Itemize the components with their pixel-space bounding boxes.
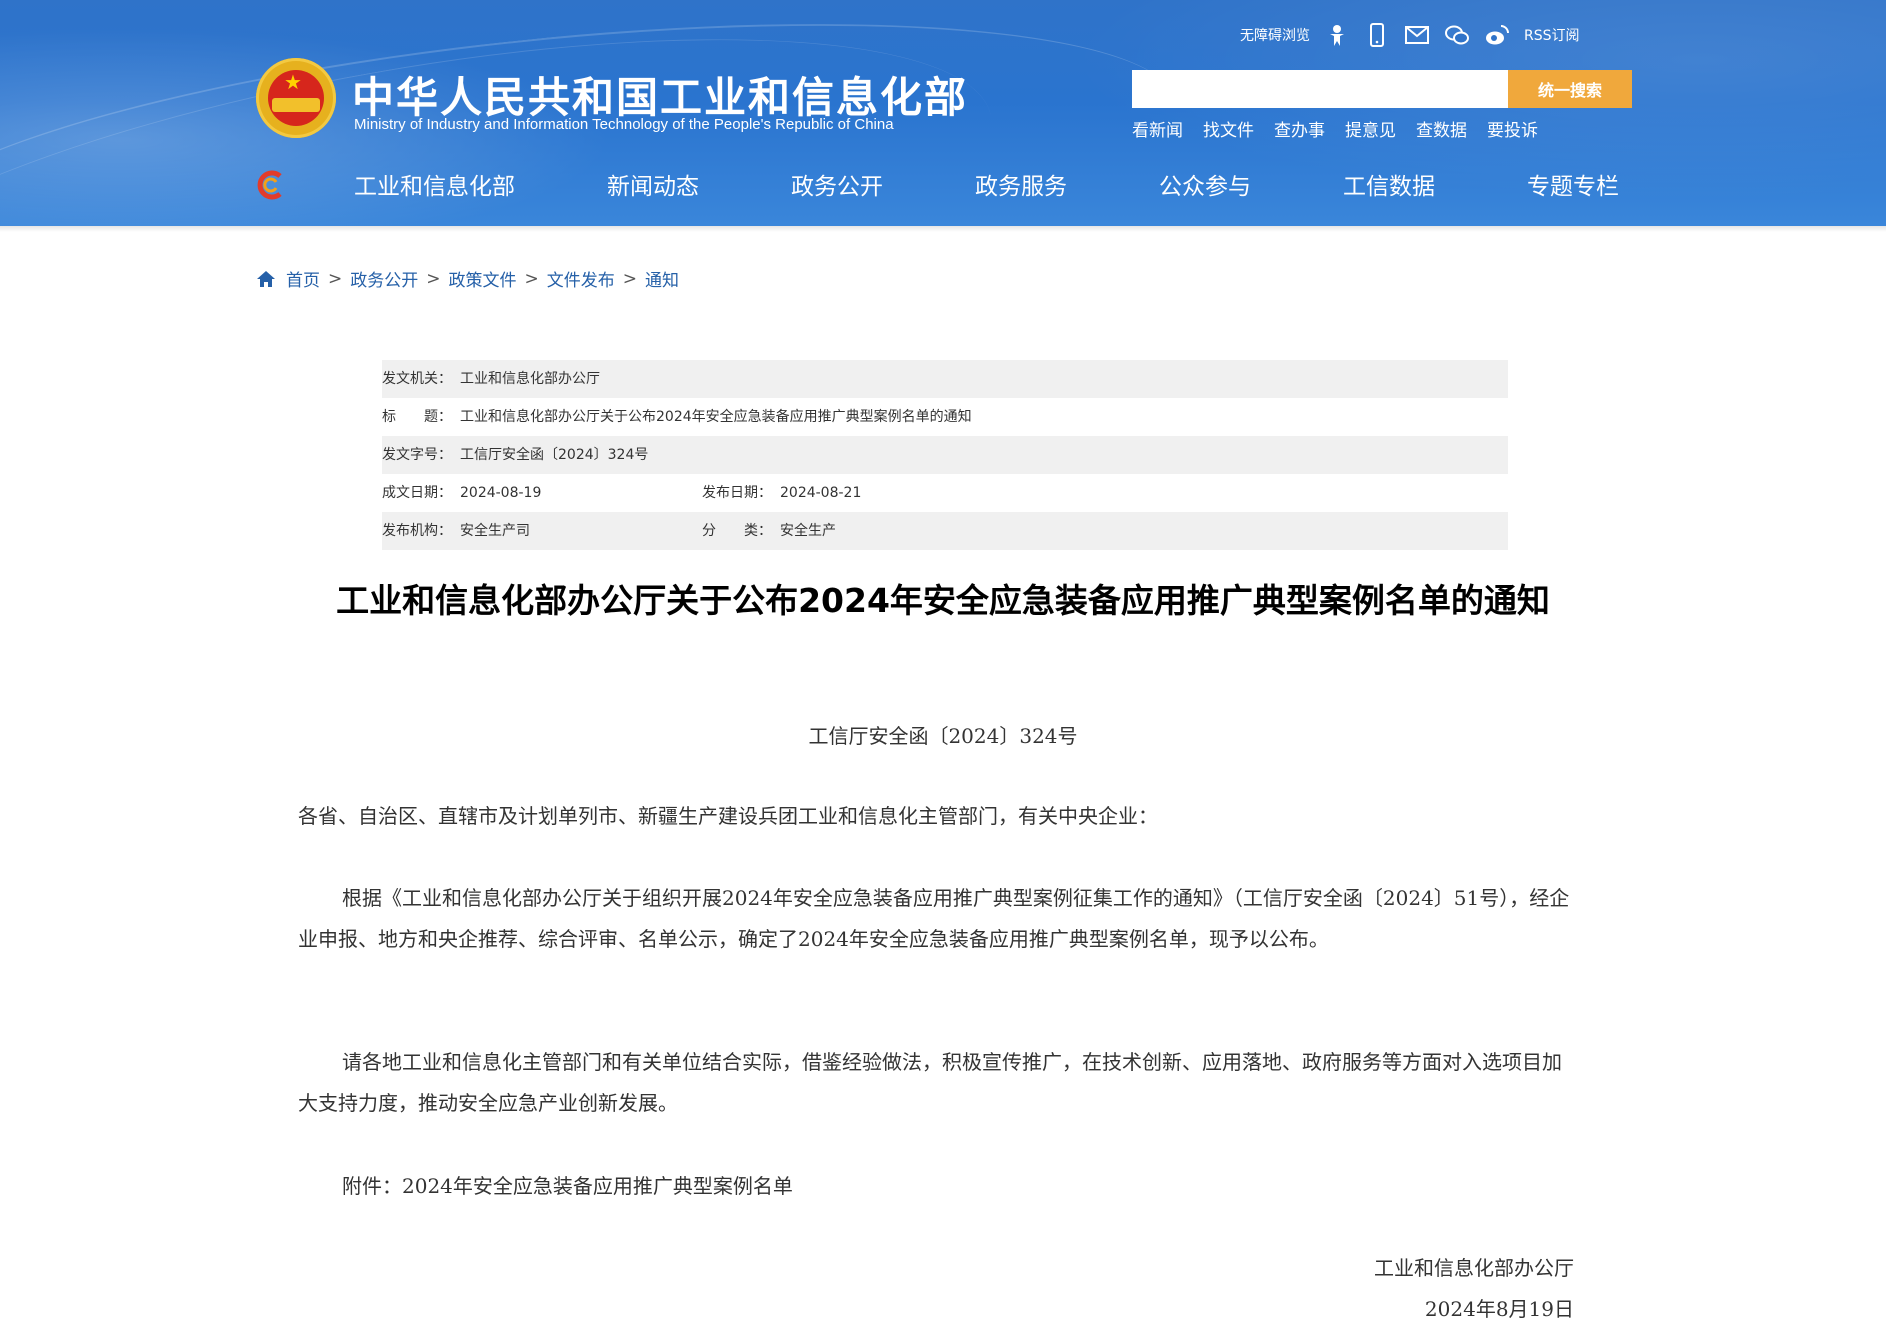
article-sign-date: 2024年8月19日 <box>1424 1297 1574 1321</box>
meta-issuer: 工业和信息化部办公厅 <box>460 371 600 387</box>
home-icon[interactable] <box>256 270 276 288</box>
breadcrumb-policy-files[interactable]: 政策文件 <box>449 266 517 291</box>
article-paragraph-1: 根据《工业和信息化部办公厅关于组织开展2024年安全应急装备应用推广典型案例征集… <box>298 886 1570 951</box>
nav-item-news[interactable]: 新闻动态 <box>607 164 699 210</box>
meta-label: 发文机关： <box>382 371 452 387</box>
nav-item-ministry[interactable]: 工业和信息化部 <box>354 164 515 210</box>
meta-docno: 工信厅安全函〔2024〕324号 <box>460 447 649 463</box>
weibo-icon[interactable] <box>1484 22 1510 48</box>
breadcrumb-separator: > <box>426 268 441 289</box>
article-doc-number: 工信厅安全函〔2024〕324号 <box>808 724 1078 748</box>
meta-label: 分 类： <box>702 523 772 539</box>
meta-row-issuer: 发文机关： 工业和信息化部办公厅 <box>382 360 1508 398</box>
quick-links: 看新闻 找文件 查办事 提意见 查数据 要投诉 <box>1132 116 1538 141</box>
meta-label: 成文日期： <box>382 485 452 501</box>
meta-row-dates: 成文日期： 2024-08-19 发布日期： 2024-08-21 <box>382 474 1508 512</box>
meta-row-docno: 发文字号： 工信厅安全函〔2024〕324号 <box>382 436 1508 474</box>
nav-item-services[interactable]: 政务服务 <box>975 164 1067 210</box>
meta-label: 发布日期： <box>702 485 772 501</box>
breadcrumb: 首页 > 政务公开 > 政策文件 > 文件发布 > 通知 <box>256 266 679 291</box>
quick-link-news[interactable]: 看新闻 <box>1132 116 1183 141</box>
meta-row-title: 标 题： 工业和信息化部办公厅关于公布2024年安全应急装备应用推广典型案例名单… <box>382 398 1508 436</box>
breadcrumb-file-release[interactable]: 文件发布 <box>547 266 615 291</box>
search-input[interactable] <box>1132 70 1508 108</box>
breadcrumb-separator: > <box>622 268 637 289</box>
emblem-icon[interactable]: ★ <box>256 58 336 138</box>
breadcrumb-separator: > <box>524 268 539 289</box>
article-salutation: 各省、自治区、直辖市及计划单列市、新疆生产建设兵团工业和信息化主管部门，有关中央… <box>298 804 1158 828</box>
mobile-icon[interactable] <box>1364 22 1390 48</box>
search-button[interactable]: 统一搜索 <box>1508 70 1632 108</box>
mail-icon[interactable] <box>1404 22 1430 48</box>
nav-item-data[interactable]: 工信数据 <box>1343 164 1435 210</box>
breadcrumb-home[interactable]: 首页 <box>286 266 320 291</box>
meta-title: 工业和信息化部办公厅关于公布2024年安全应急装备应用推广典型案例名单的通知 <box>460 409 972 425</box>
nav-item-participation[interactable]: 公众参与 <box>1159 164 1251 210</box>
quick-link-complaint[interactable]: 要投诉 <box>1487 116 1538 141</box>
header-shadow <box>0 226 1886 232</box>
meta-label: 标 题： <box>382 409 452 425</box>
wechat-icon[interactable] <box>1444 22 1470 48</box>
meta-date-created: 2024-08-19 <box>460 485 542 501</box>
site-c-logo-icon[interactable] <box>254 168 288 202</box>
site-header: ★ 中华人民共和国工业和信息化部 Ministry of Industry an… <box>0 0 1886 226</box>
meta-row-agency: 发布机构： 安全生产司 分 类： 安全生产 <box>382 512 1508 550</box>
nav-item-topics[interactable]: 专题专栏 <box>1527 164 1619 210</box>
article-attachment-link[interactable]: 附件：2024年安全应急装备应用推广典型案例名单 <box>298 1166 1574 1207</box>
breadcrumb-open-gov[interactable]: 政务公开 <box>350 266 418 291</box>
breadcrumb-separator: > <box>328 268 343 289</box>
meta-label: 发布机构： <box>382 523 452 539</box>
document-meta-table: 发文机关： 工业和信息化部办公厅 标 题： 工业和信息化部办公厅关于公布2024… <box>382 360 1508 550</box>
article-title: 工业和信息化部办公厅关于公布2024年安全应急装备应用推广典型案例名单的通知 <box>336 581 1550 620</box>
top-utility-links: 无障碍浏览 RSS订阅 <box>1240 20 1580 50</box>
meta-category: 安全生产 <box>780 523 836 539</box>
breadcrumb-notice[interactable]: 通知 <box>645 266 679 291</box>
nav-item-open-gov[interactable]: 政务公开 <box>791 164 883 210</box>
meta-date-published: 2024-08-21 <box>780 485 862 501</box>
quick-link-data[interactable]: 查数据 <box>1416 116 1467 141</box>
accessibility-icon[interactable] <box>1324 22 1350 48</box>
article-signer: 工业和信息化部办公厅 <box>1374 1256 1574 1280</box>
meta-label: 发文字号： <box>382 447 452 463</box>
meta-agency: 安全生产司 <box>460 523 530 539</box>
rss-link[interactable]: RSS订阅 <box>1524 25 1580 45</box>
accessibility-link[interactable]: 无障碍浏览 <box>1240 25 1310 45</box>
quick-link-services[interactable]: 查办事 <box>1274 116 1325 141</box>
article-paragraph-2: 请各地工业和信息化主管部门和有关单位结合实际，借鉴经验做法，积极宣传推广，在技术… <box>298 1050 1562 1115</box>
main-nav: 工业和信息化部 新闻动态 政务公开 政务服务 公众参与 工信数据 专题专栏 <box>0 164 1886 210</box>
quick-link-files[interactable]: 找文件 <box>1203 116 1254 141</box>
site-title-en: Ministry of Industry and Information Tec… <box>354 116 894 133</box>
quick-link-feedback[interactable]: 提意见 <box>1345 116 1396 141</box>
